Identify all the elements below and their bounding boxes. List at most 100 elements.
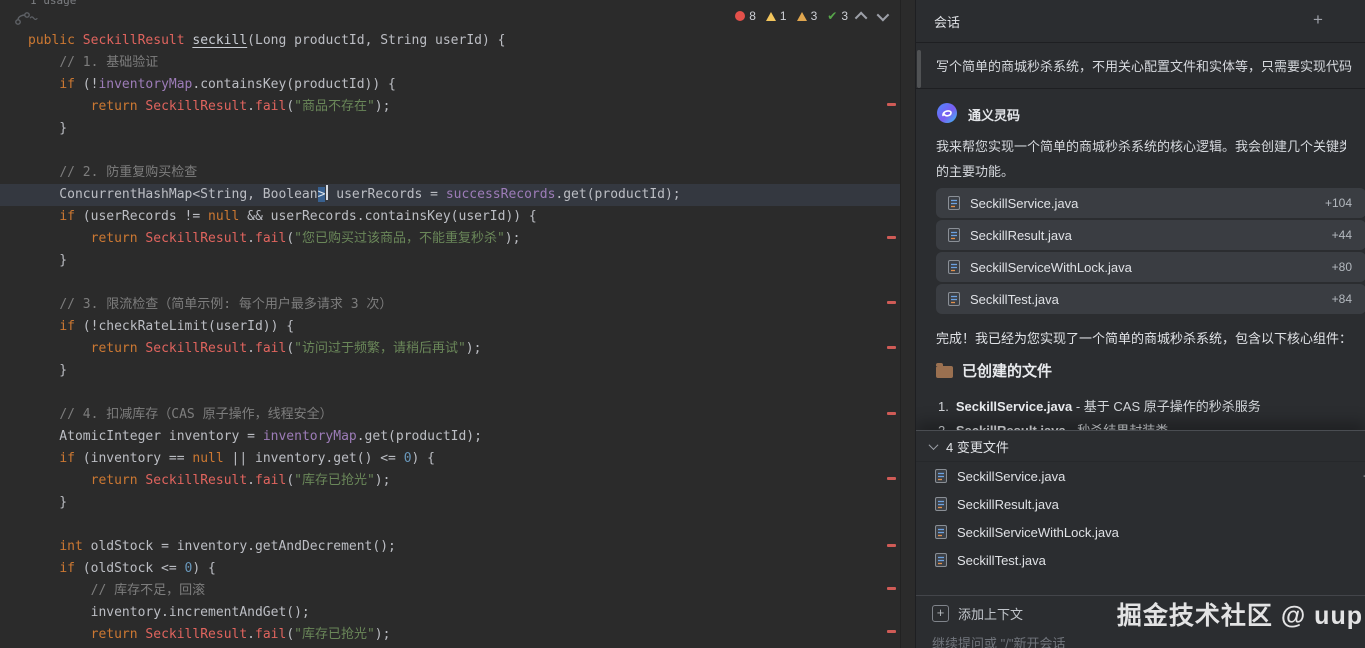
error-stripe-mark[interactable] <box>887 412 896 415</box>
code-token: 0 <box>404 451 412 466</box>
code-line[interactable] <box>0 272 900 294</box>
panel-scrollbar-thumb[interactable] <box>917 50 921 88</box>
assistant-summary: 完成！我已经为您实现了一个简单的商城秒杀系统，包含以下核心组件： <box>916 316 1365 351</box>
watermark: 掘金技术社区 @ uup <box>1117 596 1363 632</box>
file-name: SeckillServiceWithLock.java <box>970 260 1132 275</box>
code-token: ( <box>286 473 294 488</box>
code-line[interactable]: return SeckillResult.fail("库存已抢光"); <box>0 470 900 492</box>
code-line[interactable]: // 4. 扣减库存（CAS 原子操作，线程安全） <box>0 404 900 426</box>
code-line[interactable]: if (userRecords != null && userRecords.c… <box>0 206 900 228</box>
error-stripe-mark[interactable] <box>887 544 896 547</box>
git-branch-icon[interactable] <box>14 11 40 30</box>
warning-icon <box>766 12 776 21</box>
inspections-widget: 8 1 3 ✔ 3 <box>735 9 886 23</box>
errors-indicator[interactable]: 8 <box>735 9 756 23</box>
code-token: . <box>247 627 255 642</box>
code-line[interactable] <box>0 140 900 162</box>
plus-box-icon: + <box>932 605 949 622</box>
code-line[interactable]: } <box>0 250 900 272</box>
usage-inlay-hint[interactable]: 1 usage <box>30 0 76 7</box>
code-line[interactable]: } <box>0 492 900 514</box>
code-token: "库存已抢光" <box>294 627 375 642</box>
added-lines-count: +84 <box>1332 292 1352 306</box>
code-line[interactable] <box>0 514 900 536</box>
code-line[interactable]: int oldStock = inventory.getAndDecrement… <box>0 536 900 558</box>
code-token: ( <box>286 231 294 246</box>
code-token: null <box>192 451 223 466</box>
java-file-icon <box>933 524 949 540</box>
code-line[interactable]: } <box>0 360 900 382</box>
code-line[interactable]: public SeckillResult seckill(Long produc… <box>0 30 900 52</box>
user-message[interactable]: 写个简单的商城秒杀系统，不用关心配置文件和实体等，只需要实现代码 <box>916 43 1365 89</box>
code-token: null <box>208 209 239 224</box>
error-stripe-mark[interactable] <box>887 236 896 239</box>
assistant-header: 通义灵码 <box>916 89 1365 132</box>
code-token: "访问过于频繁，请稍后再试" <box>294 341 466 356</box>
code-line[interactable] <box>0 382 900 404</box>
error-stripe-mark[interactable] <box>887 477 896 480</box>
file-card[interactable]: SeckillTest.java+84 <box>936 284 1365 314</box>
editor-scrollbar-track[interactable] <box>900 0 916 648</box>
file-name: SeckillResult.java <box>957 497 1059 512</box>
error-stripe[interactable] <box>886 0 900 648</box>
weak-warnings-indicator[interactable]: 3 <box>797 9 818 23</box>
code-line[interactable]: if (!inventoryMap.containsKey(productId)… <box>0 74 900 96</box>
created-files-title: 已创建的文件 <box>962 360 1052 381</box>
code-line[interactable]: // 1. 基础验证 <box>0 52 900 74</box>
code-line[interactable]: inventory.incrementAndGet(); <box>0 602 900 624</box>
code-token: SeckillResult <box>83 33 193 48</box>
code-line[interactable]: // 3. 限流检查（简单示例: 每个用户最多请求 3 次） <box>0 294 900 316</box>
code-lines[interactable]: public SeckillResult seckill(Long produc… <box>0 30 900 646</box>
item-number: 1. <box>938 399 949 414</box>
error-stripe-mark[interactable] <box>887 630 896 633</box>
changed-file-row[interactable]: SeckillResult.java+44 <box>916 490 1365 518</box>
code-token: // 库存不足，回滚 <box>91 583 205 598</box>
file-name: SeckillServiceWithLock.java <box>957 525 1119 540</box>
code-token: . <box>247 341 255 356</box>
added-lines-count: +104 <box>1325 196 1352 210</box>
error-stripe-mark[interactable] <box>887 301 896 304</box>
passed-indicator[interactable]: ✔ 3 <box>827 9 848 23</box>
added-lines-count: +80 <box>1332 260 1352 274</box>
error-stripe-mark[interactable] <box>887 587 896 590</box>
tab-session[interactable]: 会话 <box>934 12 960 31</box>
code-line[interactable]: return SeckillResult.fail("您已购买过该商品，不能重复… <box>0 228 900 250</box>
code-token <box>28 319 59 334</box>
check-icon: ✔ <box>827 9 837 23</box>
code-line[interactable]: // 库存不足，回滚 <box>0 580 900 602</box>
file-card[interactable]: SeckillServiceWithLock.java +80 <box>936 252 1365 282</box>
warnings-indicator[interactable]: 1 <box>766 9 787 23</box>
code-token: return <box>91 627 146 642</box>
code-token: return <box>91 231 146 246</box>
added-lines-count: +44 <box>1332 228 1352 242</box>
code-token: ); <box>375 627 391 642</box>
code-line[interactable]: if (oldStock <= 0) { <box>0 558 900 580</box>
code-token: if <box>59 319 75 334</box>
changed-file-row[interactable]: SeckillTest.java+84 <box>916 546 1365 574</box>
code-line[interactable]: // 2. 防重复购买检查 <box>0 162 900 184</box>
code-line[interactable]: return SeckillResult.fail("商品不存在"); <box>0 96 900 118</box>
error-stripe-mark[interactable] <box>887 346 896 349</box>
code-line[interactable]: } <box>0 118 900 140</box>
code-token: "您已购买过该商品，不能重复秒杀" <box>294 231 505 246</box>
changed-file-row[interactable]: SeckillService.java+104 <box>916 462 1365 490</box>
java-file-icon <box>933 468 949 484</box>
code-token: fail <box>255 341 286 356</box>
code-line[interactable]: ConcurrentHashMap<String, Boolean> userR… <box>0 184 900 206</box>
code-token: AtomicInteger inventory = <box>28 429 263 444</box>
error-stripe-mark[interactable] <box>887 103 896 106</box>
code-line[interactable]: AtomicInteger inventory = inventoryMap.g… <box>0 426 900 448</box>
code-line[interactable]: return SeckillResult.fail("库存已抢光"); <box>0 624 900 646</box>
chat-input-placeholder[interactable]: 继续提问或 "/"新开会话 <box>932 633 1350 648</box>
code-line[interactable]: if (inventory == null || inventory.get()… <box>0 448 900 470</box>
file-card[interactable]: SeckillService.java+104 <box>936 188 1365 218</box>
changed-file-row[interactable]: SeckillServiceWithLock.java+80 <box>916 518 1365 546</box>
code-editor[interactable]: 1 usage public SeckillResult seckill(Lon… <box>0 0 900 648</box>
changed-files-header[interactable]: 4 变更文件 <box>916 431 1365 462</box>
new-session-button[interactable]: + <box>1310 12 1326 28</box>
code-token <box>28 627 91 642</box>
previous-problem-button[interactable] <box>855 11 868 24</box>
code-line[interactable]: if (!checkRateLimit(userId)) { <box>0 316 900 338</box>
code-line[interactable]: return SeckillResult.fail("访问过于频繁，请稍后再试"… <box>0 338 900 360</box>
file-card[interactable]: SeckillResult.java+44 <box>936 220 1365 250</box>
